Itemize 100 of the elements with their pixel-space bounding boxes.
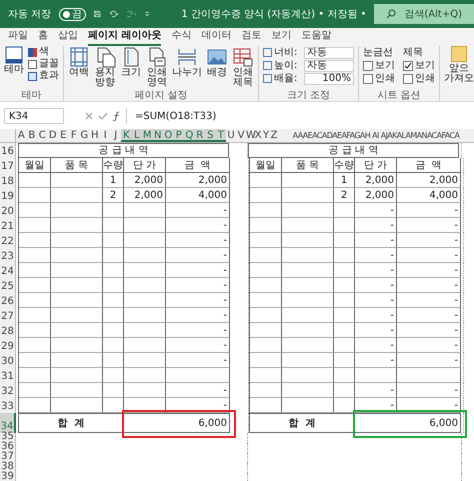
- row-header[interactable]: 38: [0, 463, 16, 473]
- ribbon-tab[interactable]: 홈: [38, 28, 48, 46]
- table-cell: 2,000: [166, 173, 230, 188]
- row-header[interactable]: 16: [0, 143, 16, 158]
- page-setup-button[interactable]: 여백: [68, 46, 90, 90]
- checkbox[interactable]: [403, 60, 413, 70]
- row-header[interactable]: 34: [0, 413, 16, 433]
- table-cell: [103, 248, 124, 263]
- undo-icon[interactable]: [108, 8, 119, 20]
- row-header[interactable]: 19: [0, 188, 16, 203]
- column-header[interactable]: R: [194, 129, 205, 142]
- ribbon-tab[interactable]: 수식: [171, 28, 192, 46]
- column-header[interactable]: M: [142, 129, 152, 142]
- theme-option-button[interactable]: 색: [28, 46, 59, 58]
- search-field[interactable]: 검색(Alt+Q): [374, 4, 474, 24]
- column-header[interactable]: T: [216, 129, 226, 142]
- page-setup-button[interactable]: 배경: [206, 46, 228, 90]
- table-cell: -: [397, 278, 461, 293]
- column-header[interactable]: V: [236, 129, 246, 142]
- row-header[interactable]: 21: [0, 218, 16, 233]
- row-header[interactable]: 17: [0, 158, 16, 173]
- column-header[interactable]: X: [254, 129, 262, 142]
- row-header[interactable]: 35: [0, 433, 16, 443]
- column-header[interactable]: I: [100, 129, 110, 142]
- row-header[interactable]: 32: [0, 383, 16, 398]
- column-header[interactable]: P: [174, 129, 184, 142]
- name-box[interactable]: K34: [4, 108, 64, 124]
- table-cell: -: [397, 338, 461, 353]
- themes-button[interactable]: 테마: [4, 46, 24, 90]
- ribbon-tab[interactable]: 보기: [271, 28, 292, 46]
- row-header[interactable]: 29: [0, 338, 16, 353]
- column-header[interactable]: Q: [184, 129, 194, 142]
- breaks-icon: [176, 46, 198, 68]
- theme-option-button[interactable]: 효과: [28, 70, 59, 82]
- ribbon-tab[interactable]: 삽입: [58, 28, 78, 46]
- ribbon-tab[interactable]: 파일: [8, 28, 28, 46]
- ribbon-tab[interactable]: 도움말: [301, 28, 332, 46]
- row-header[interactable]: 36: [0, 443, 16, 453]
- column-header[interactable]: N: [152, 129, 163, 142]
- column-header[interactable]: J: [110, 129, 121, 142]
- column-header[interactable]: L: [132, 129, 142, 142]
- table-cell: [250, 203, 282, 218]
- customize-icon[interactable]: [144, 9, 150, 19]
- column-header[interactable]: O: [163, 129, 174, 142]
- option-label: 인쇄: [375, 72, 395, 85]
- row-header[interactable]: 22: [0, 233, 16, 248]
- checkbox[interactable]: [363, 74, 373, 84]
- scale-field[interactable]: 자동: [304, 60, 354, 72]
- function-icon[interactable]: [112, 111, 122, 121]
- column-header[interactable]: G: [79, 129, 90, 142]
- checkbox[interactable]: [363, 60, 373, 70]
- row-header[interactable]: 37: [0, 453, 16, 463]
- column-header[interactable]: A: [16, 129, 26, 142]
- column-header[interactable]: H: [90, 129, 100, 142]
- checkmark-icon[interactable]: [98, 111, 108, 121]
- row-header[interactable]: 18: [0, 173, 16, 188]
- row-header[interactable]: 27: [0, 308, 16, 323]
- row-header[interactable]: 31: [0, 368, 16, 383]
- formula-field[interactable]: =SUM(O18:T33): [126, 108, 470, 124]
- column-header[interactable]: U: [226, 129, 236, 142]
- scale-field[interactable]: 자동: [304, 46, 354, 58]
- row-header[interactable]: 20: [0, 203, 16, 218]
- column-header[interactable]: Z: [270, 129, 278, 142]
- checkbox[interactable]: [403, 74, 413, 84]
- scale-field[interactable]: 100%: [304, 72, 354, 84]
- page-setup-button[interactable]: 크기: [120, 46, 142, 90]
- row-header[interactable]: 33: [0, 398, 16, 413]
- ribbon-tab[interactable]: 데이터: [201, 28, 232, 46]
- column-header[interactable]: AAAEACADAEAFAGAH AI AJAKALAMANACAFACA: [278, 129, 474, 142]
- column-header[interactable]: K: [121, 129, 132, 142]
- page-setup-button[interactable]: 인쇄 제목: [232, 46, 254, 90]
- page-setup-button[interactable]: 용지 방향: [94, 46, 116, 90]
- save-icon[interactable]: [94, 8, 101, 20]
- row-header[interactable]: 25: [0, 278, 16, 293]
- table-cell: -: [355, 338, 397, 353]
- autosave-toggle[interactable]: 끔: [59, 8, 86, 20]
- table-cell: [103, 293, 124, 308]
- column-header[interactable]: C: [37, 129, 48, 142]
- column-header[interactable]: D: [48, 129, 58, 142]
- column-header[interactable]: E: [58, 129, 68, 142]
- row-header[interactable]: 39: [0, 473, 16, 481]
- row-header[interactable]: 24: [0, 263, 16, 278]
- column-header[interactable]: F: [68, 129, 79, 142]
- table-cell: -: [166, 323, 230, 338]
- page-setup-button[interactable]: 나누기: [172, 46, 202, 90]
- bring-forward-button[interactable]: 앞으 가져오: [440, 46, 474, 101]
- redo-icon[interactable]: [126, 8, 137, 20]
- row-header[interactable]: 28: [0, 323, 16, 338]
- row-header[interactable]: 26: [0, 293, 16, 308]
- theme-option-button[interactable]: 글꼴: [28, 58, 59, 70]
- column-header[interactable]: W: [246, 129, 254, 142]
- column-header[interactable]: B: [26, 129, 37, 142]
- close-icon[interactable]: [84, 111, 94, 121]
- page-setup-button[interactable]: 인쇄 영역: [146, 46, 168, 90]
- row-header[interactable]: 23: [0, 248, 16, 263]
- table-cell: [334, 353, 355, 368]
- column-header[interactable]: S: [205, 129, 216, 142]
- ribbon-tab[interactable]: 검토: [241, 28, 262, 46]
- column-header[interactable]: Y: [262, 129, 270, 142]
- row-header[interactable]: 30: [0, 353, 16, 368]
